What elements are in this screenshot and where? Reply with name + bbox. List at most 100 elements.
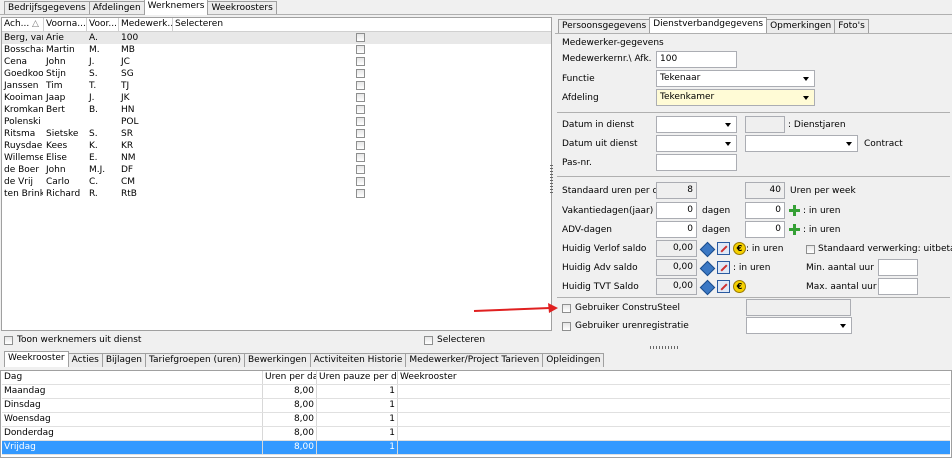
col-header-selecteren[interactable]: Selecteren xyxy=(173,18,549,31)
euro-icon[interactable]: € xyxy=(733,280,746,293)
row-select-checkbox[interactable] xyxy=(356,129,365,138)
vakantie-label: Vakantiedagen(jaar) xyxy=(562,206,654,216)
edit-icon[interactable] xyxy=(717,242,730,255)
urenregistratie-checkbox[interactable] xyxy=(562,322,571,331)
table-row[interactable]: de Boer John M.J. DF xyxy=(2,164,551,176)
info-diamond-icon[interactable] xyxy=(699,241,716,258)
table-row[interactable]: Ruysdael Kees K. KR xyxy=(2,140,551,152)
vertical-splitter[interactable] xyxy=(550,165,553,195)
table-row[interactable]: Dinsdag 8,00 1 xyxy=(2,399,950,413)
row-select-checkbox[interactable] xyxy=(356,177,365,186)
tab-medewerker-project-tarieven[interactable]: Medewerker/Project Tarieven xyxy=(405,353,544,367)
row-select-checkbox[interactable] xyxy=(356,117,365,126)
row-select-checkbox[interactable] xyxy=(356,33,365,42)
col-header-voorletters[interactable]: Voor... xyxy=(87,18,119,31)
vakantie-uren-field[interactable]: 0 xyxy=(745,202,785,219)
tab-activiteiten-historie[interactable]: Activiteiten Historie xyxy=(309,353,407,367)
euro-icon[interactable]: € xyxy=(733,242,746,255)
table-row[interactable]: Polenski POL xyxy=(2,116,551,128)
table-row[interactable]: Woensdag 8,00 1 xyxy=(2,413,950,427)
col-header-voornaam[interactable]: Voorna... xyxy=(44,18,87,31)
table-row[interactable]: Berg, van Arie A. 100 xyxy=(2,32,551,44)
tab-dienstverbandgegevens[interactable]: Dienstverbandgegevens xyxy=(649,17,768,33)
tab-tariefgroepen[interactable]: Tariefgroepen (uren) xyxy=(145,353,245,367)
row-select-checkbox[interactable] xyxy=(356,57,365,66)
table-row[interactable]: Ritsma Sietske S. SR xyxy=(2,128,551,140)
tab-bewerkingen[interactable]: Bewerkingen xyxy=(243,353,311,367)
tab-acties[interactable]: Acties xyxy=(67,353,103,367)
info-diamond-icon[interactable] xyxy=(699,260,716,277)
add-green-icon[interactable] xyxy=(789,224,800,235)
table-row[interactable]: KromkampBert B. HN xyxy=(2,104,551,116)
vakantie-field[interactable]: 0 xyxy=(656,202,697,219)
construsteel-checkbox[interactable] xyxy=(562,304,571,313)
table-row[interactable]: Janssen Tim T. TJ xyxy=(2,80,551,92)
table-row[interactable]: Cena John J. JC xyxy=(2,56,551,68)
row-select-checkbox[interactable] xyxy=(356,141,365,150)
cell-voornaam: Elise xyxy=(46,153,67,163)
cell-voorletters: K. xyxy=(89,141,98,151)
std-verwerking-checkbox[interactable] xyxy=(806,245,815,254)
urenregistratie-select[interactable] xyxy=(746,317,852,334)
table-row[interactable]: Willemse Elise E. NM xyxy=(2,152,551,164)
tab-opmerkingen[interactable]: Opmerkingen xyxy=(766,19,836,33)
min-uur-field[interactable] xyxy=(878,259,918,276)
col-header-medewerker[interactable]: Medewerk... xyxy=(119,18,173,31)
contract-label: Contract xyxy=(864,139,903,149)
info-diamond-icon[interactable] xyxy=(699,279,716,296)
col-header-achternaam[interactable]: Ach... △ xyxy=(2,18,44,31)
tab-weekrooster[interactable]: Weekrooster xyxy=(4,351,69,367)
col-header-uren-per-dag[interactable]: Uren per dag xyxy=(263,371,317,384)
table-row[interactable]: Vrijdag 8,00 1 xyxy=(2,441,950,455)
adv-uren-field[interactable]: 0 xyxy=(745,221,785,238)
cell-code: POL xyxy=(121,117,139,127)
edit-icon[interactable] xyxy=(717,261,730,274)
table-row[interactable]: ten BrinkeRichard R. RtB xyxy=(2,188,551,200)
medewerkernr-field[interactable]: 100 xyxy=(656,51,737,68)
tab-opleidingen[interactable]: Opleidingen xyxy=(542,353,605,367)
afdeling-select[interactable]: Tekenkamer xyxy=(656,89,815,106)
table-row[interactable]: GoedkoopStijn S. SG xyxy=(2,68,551,80)
adv-saldo-field: 0,00 xyxy=(656,259,697,276)
table-row[interactable]: Kooiman Jaap J. JK xyxy=(2,92,551,104)
horizontal-splitter[interactable] xyxy=(650,346,680,349)
row-select-checkbox[interactable] xyxy=(356,165,365,174)
selecteren-all-checkbox[interactable] xyxy=(424,336,433,345)
tab-fotos[interactable]: Foto's xyxy=(834,19,869,33)
tab-afdelingen[interactable]: Afdelingen xyxy=(88,1,145,15)
row-select-checkbox[interactable] xyxy=(356,153,365,162)
vakantie-in-uren-label: : in uren xyxy=(803,206,841,216)
row-select-checkbox[interactable] xyxy=(356,93,365,102)
min-uur-label: Min. aantal uur xyxy=(806,263,874,273)
datum-uit-picker[interactable] xyxy=(656,135,737,152)
table-row[interactable]: Maandag 8,00 1 xyxy=(2,385,950,399)
dienstjaren-field xyxy=(745,116,785,133)
table-row[interactable]: BosschaarMartin M. MB xyxy=(2,44,551,56)
tab-persoonsgegevens[interactable]: Persoonsgegevens xyxy=(558,19,651,33)
row-select-checkbox[interactable] xyxy=(356,105,365,114)
edit-icon[interactable] xyxy=(717,280,730,293)
tab-bijlagen[interactable]: Bijlagen xyxy=(101,353,146,367)
datum-in-picker[interactable] xyxy=(656,116,737,133)
tab-bedrijfsgegevens[interactable]: Bedrijfsgegevens xyxy=(4,1,90,15)
row-select-checkbox[interactable] xyxy=(356,69,365,78)
tab-werknemers[interactable]: Werknemers xyxy=(143,0,209,15)
table-row[interactable]: de Vrij Carlo C. CM xyxy=(2,176,551,188)
col-header-weekrooster[interactable]: Weekrooster xyxy=(398,371,950,384)
row-select-checkbox[interactable] xyxy=(356,45,365,54)
row-select-checkbox[interactable] xyxy=(356,81,365,90)
row-select-checkbox[interactable] xyxy=(356,189,365,198)
table-row[interactable]: Donderdag 8,00 1 xyxy=(2,427,950,441)
col-header-dag[interactable]: Dag xyxy=(2,371,263,384)
add-green-icon[interactable] xyxy=(789,205,800,216)
col-header-pauze[interactable]: Uren pauze per dag xyxy=(317,371,398,384)
toon-uit-dienst-checkbox[interactable] xyxy=(4,336,13,345)
cell-weekrooster xyxy=(398,399,950,412)
adv-field[interactable]: 0 xyxy=(656,221,697,238)
pasnr-field[interactable] xyxy=(656,154,737,171)
contract-select[interactable] xyxy=(745,135,858,152)
tab-weekroosters[interactable]: Weekroosters xyxy=(207,1,277,15)
functie-select[interactable]: Tekenaar xyxy=(656,70,815,87)
cell-achternaam: Willemse xyxy=(4,153,43,163)
max-uur-field[interactable] xyxy=(878,278,918,295)
